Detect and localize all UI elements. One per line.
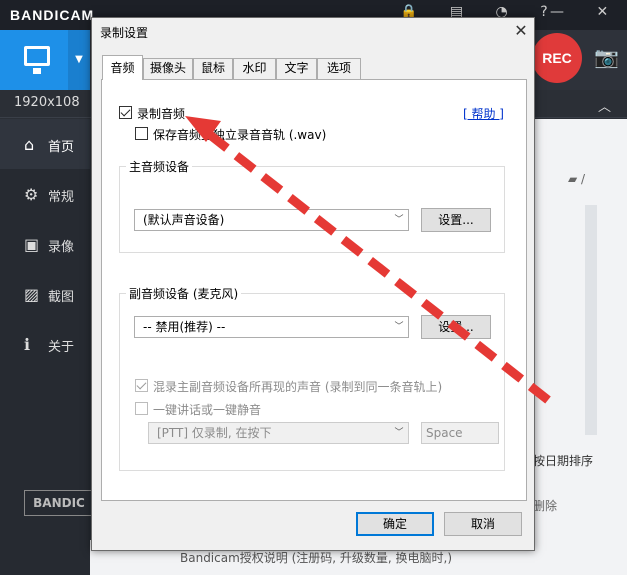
- sidebar-item-label: 常规: [48, 190, 75, 205]
- primary-audio-device-select[interactable]: (默认声音设备) ﹀: [134, 209, 409, 231]
- folder-path[interactable]: ▰ /: [568, 172, 585, 186]
- license-info-link[interactable]: Bandicam授权说明 (注册码, 升级数量, 换电脑时,): [180, 549, 452, 566]
- cancel-button[interactable]: 取消: [444, 512, 522, 536]
- image-icon: ▨: [24, 285, 40, 304]
- secondary-audio-device-value: -- 禁用(推荐) --: [143, 320, 226, 334]
- sidebar-item-label: 首页: [48, 140, 75, 155]
- list-scrollbar[interactable]: [585, 205, 597, 435]
- app-logo: BANDICAM: [10, 7, 95, 23]
- secondary-audio-group-title: 副音频设备 (麦克风): [126, 285, 242, 302]
- mix-audio-label: 混录主副音频设备所再现的声音 (录制到同一条音轨上): [153, 380, 443, 394]
- chevron-down-icon: ﹀: [394, 215, 404, 225]
- dialog-title: 录制设置: [100, 26, 149, 40]
- sidebar-item-label: 关于: [48, 340, 75, 355]
- sidebar-item-home[interactable]: ⌂ 首页: [0, 119, 90, 169]
- push-to-talk-label: 一键讲话或一键静音: [153, 403, 262, 417]
- ptt-mode-value: [PTT] 仅录制, 在按下: [157, 426, 272, 440]
- info-icon: ℹ: [24, 335, 31, 354]
- sort-by-date-button[interactable]: 按日期排序: [533, 452, 593, 469]
- primary-settings-button[interactable]: 设置...: [421, 208, 491, 232]
- ok-button[interactable]: 确定: [356, 512, 434, 536]
- mix-audio-checkbox[interactable]: [135, 379, 148, 392]
- chevron-down-icon: ﹀: [394, 428, 404, 438]
- save-separate-track-label[interactable]: 保存音频至独立录音音轨 (.wav): [153, 126, 326, 143]
- ptt-hotkey-field[interactable]: Space: [421, 422, 499, 444]
- collapse-chevron-icon[interactable]: ︿: [598, 96, 611, 115]
- record-audio-label[interactable]: 录制音频: [137, 105, 185, 122]
- video-icon: ▣: [24, 235, 40, 254]
- chevron-down-icon: ﹀: [394, 322, 404, 332]
- audio-tab-panel: 录制音频 [ 帮助 ] 保存音频至独立录音音轨 (.wav) 主音频设备 (默认…: [101, 79, 527, 501]
- ptt-mode-select[interactable]: [PTT] 仅录制, 在按下 ﹀: [148, 422, 409, 444]
- tab-audio[interactable]: 音频: [102, 55, 143, 80]
- tab-watermark[interactable]: 水印: [233, 58, 276, 79]
- bandicam-button[interactable]: BANDIC: [24, 490, 94, 516]
- recording-settings-dialog: 录制设置 ✕ 音频 摄像头 鼠标 水印 文字 选项 录制音频 [ 帮助 ] 保存…: [91, 17, 535, 551]
- window-control-buttons[interactable]: — ✕: [550, 4, 622, 20]
- secondary-settings-button[interactable]: 设置...: [421, 315, 491, 339]
- rec-button[interactable]: REC: [532, 33, 582, 83]
- save-separate-track-checkbox[interactable]: [135, 127, 148, 140]
- camera-icon[interactable]: 📷: [594, 45, 619, 69]
- resolution-label: 1920x108: [14, 95, 80, 110]
- help-link[interactable]: [ 帮助 ]: [463, 105, 504, 122]
- home-icon: ⌂: [24, 135, 35, 154]
- tab-options[interactable]: 选项: [317, 58, 361, 79]
- monitor-icon: [24, 46, 50, 66]
- monitor-stand-icon: [33, 68, 41, 74]
- close-icon[interactable]: ✕: [510, 20, 532, 42]
- sidebar-item-label: 录像: [48, 240, 75, 255]
- record-audio-checkbox[interactable]: [119, 106, 132, 119]
- tab-webcam[interactable]: 摄像头: [143, 58, 193, 79]
- sidebar-item-screenshot[interactable]: ▨ 截图: [0, 269, 90, 319]
- tab-mouse[interactable]: 鼠标: [193, 58, 233, 79]
- primary-audio-group-title: 主音频设备: [126, 158, 193, 175]
- screen-mode-button[interactable]: ▼: [0, 30, 90, 90]
- sidebar-item-general[interactable]: ⚙ 常规: [0, 169, 90, 219]
- tab-text[interactable]: 文字: [276, 58, 317, 79]
- sidebar-item-about[interactable]: ℹ 关于: [0, 319, 90, 369]
- secondary-audio-device-select[interactable]: -- 禁用(推荐) -- ﹀: [134, 316, 409, 338]
- sidebar-item-label: 截图: [48, 290, 75, 305]
- push-to-talk-checkbox[interactable]: [135, 402, 148, 415]
- gear-icon: ⚙: [24, 185, 39, 204]
- delete-button[interactable]: 删除: [533, 497, 557, 514]
- primary-audio-device-value: (默认声音设备): [143, 213, 225, 227]
- mode-dropdown-chevron-icon[interactable]: ▼: [68, 30, 90, 90]
- sidebar-item-video[interactable]: ▣ 录像: [0, 219, 90, 269]
